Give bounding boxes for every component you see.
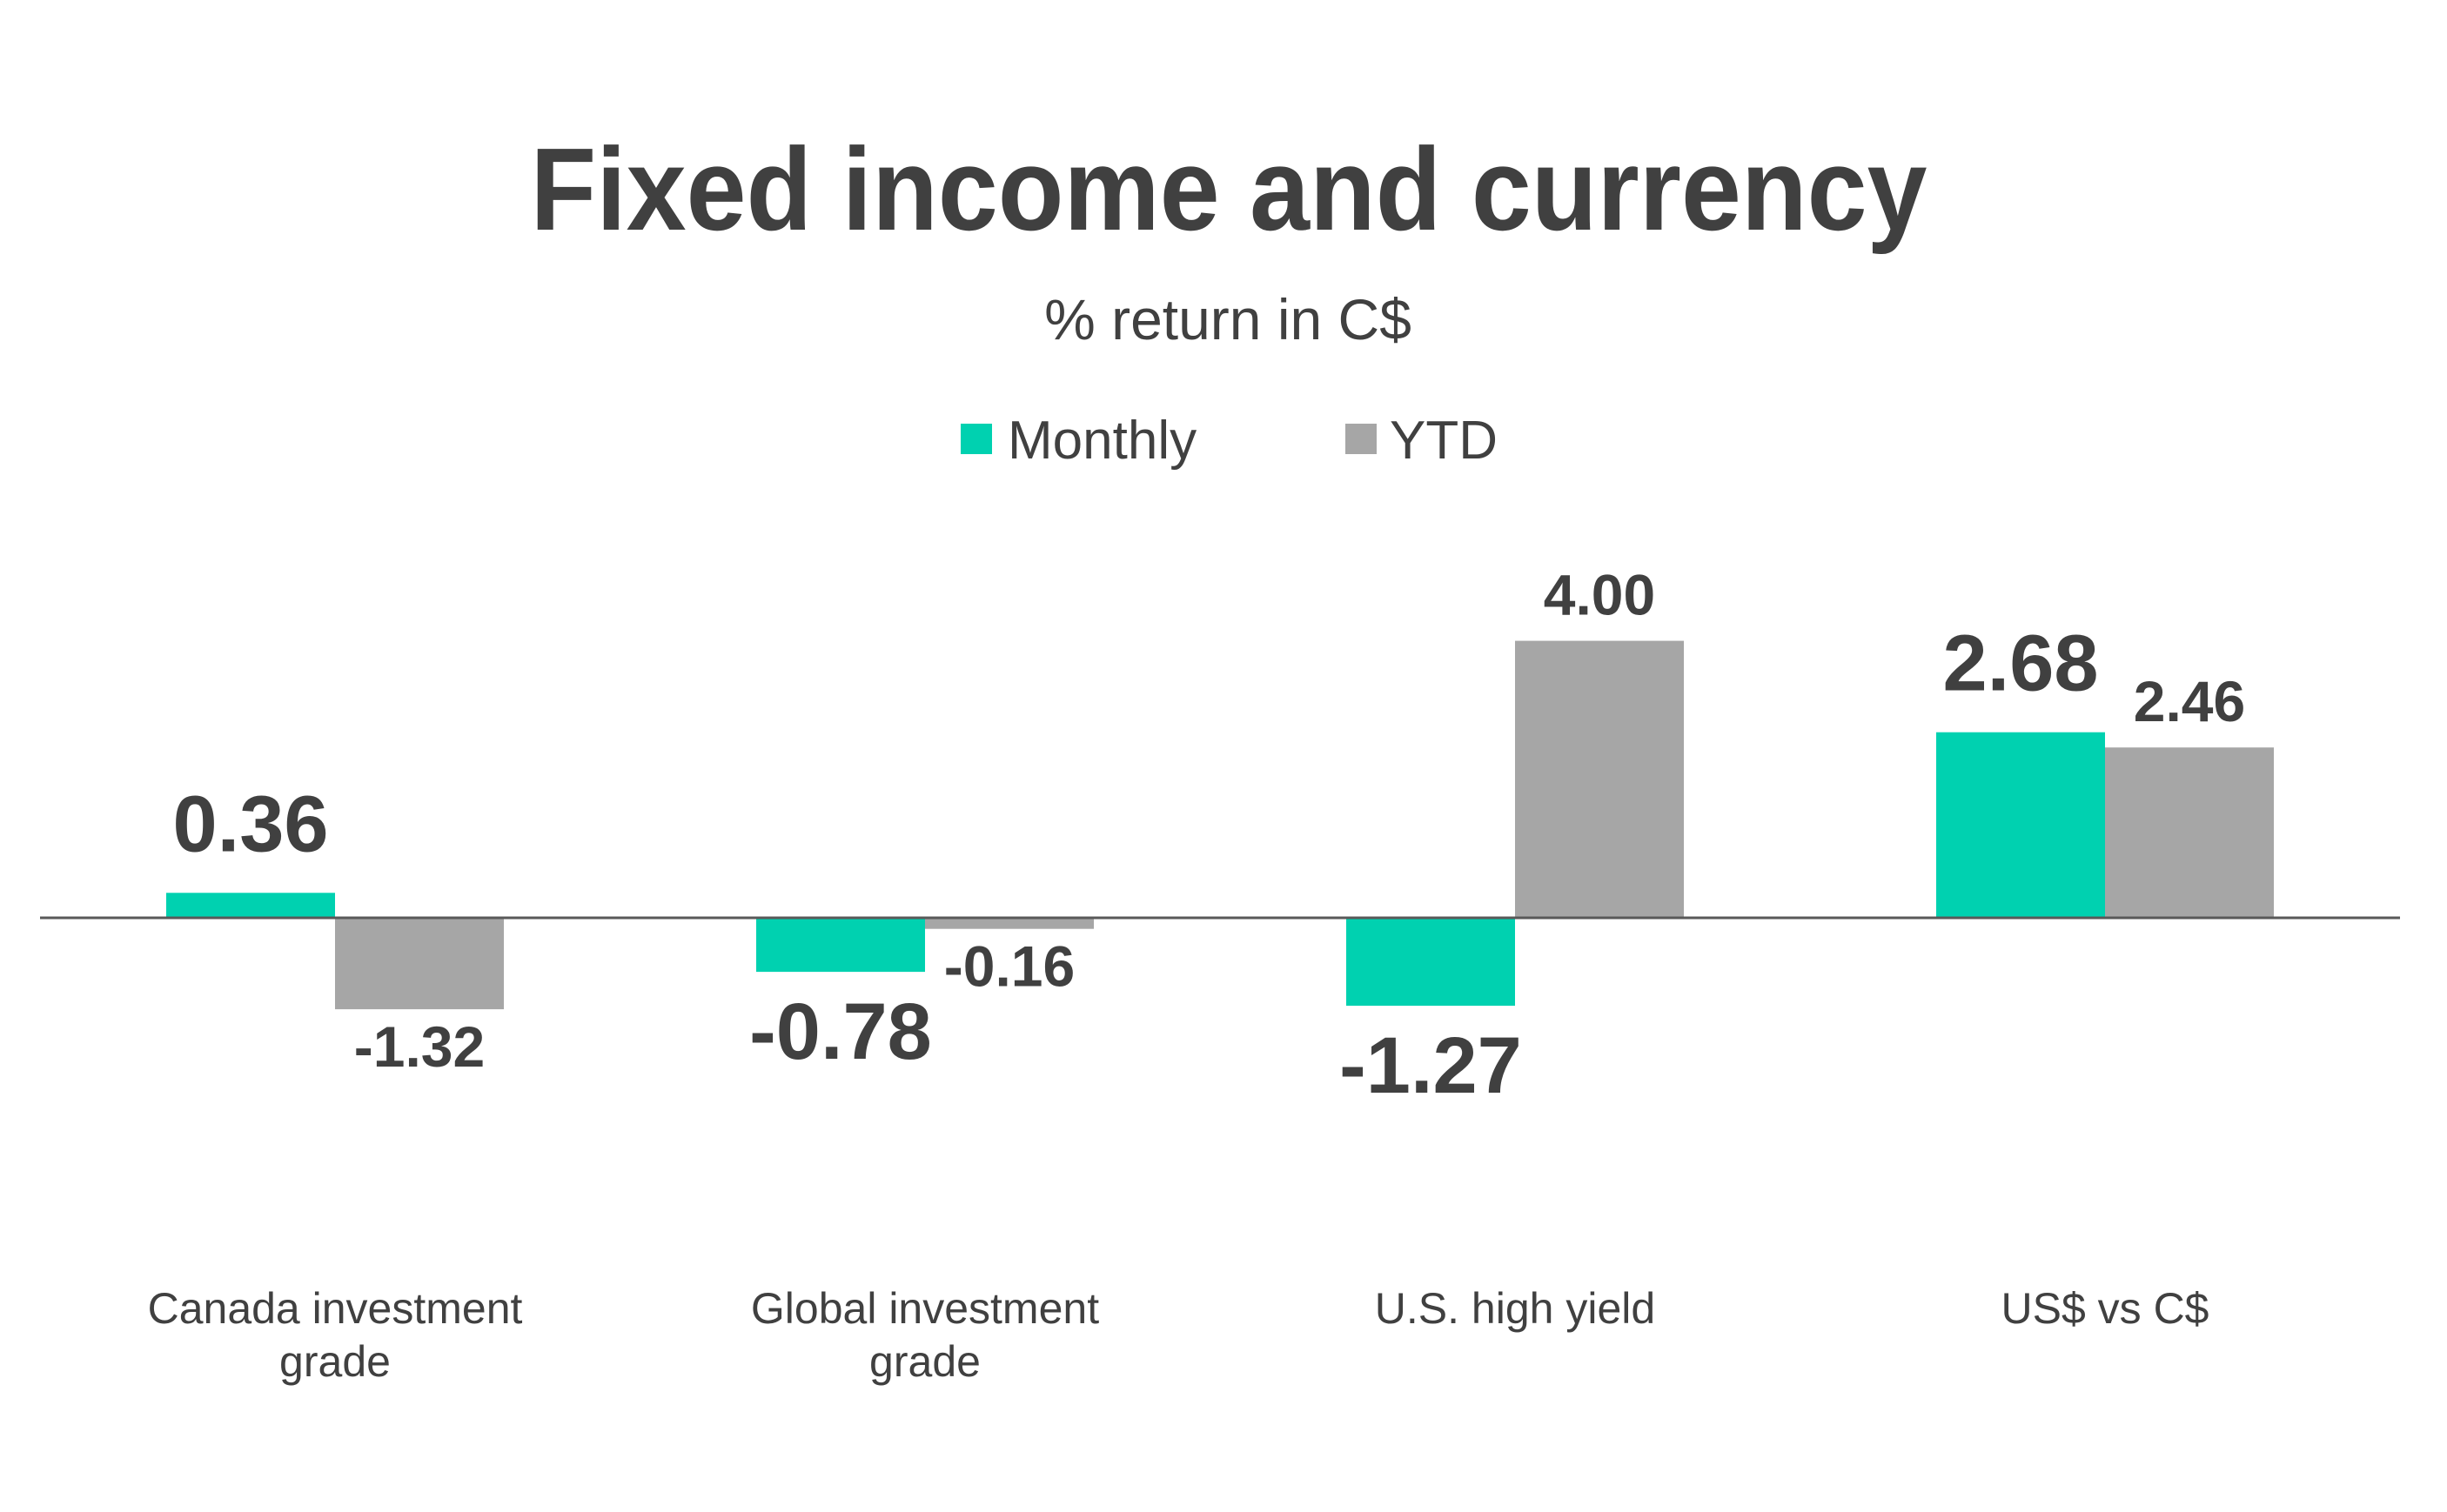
value-label-monthly-canada-investment-grade: 0.36 bbox=[172, 779, 328, 868]
category-label-u-s-high-yield: U.S. high yield bbox=[1375, 1284, 1655, 1333]
bar-monthly-canada-investment-grade bbox=[166, 893, 335, 918]
category-label-us-vs-c: US$ vs C$ bbox=[2001, 1284, 2209, 1333]
value-label-ytd-global-investment-grade: -0.16 bbox=[944, 934, 1075, 999]
bar-ytd-global-investment-grade bbox=[925, 918, 1094, 929]
value-label-ytd-u-s-high-yield: 4.00 bbox=[1544, 563, 1655, 627]
value-label-monthly-u-s-high-yield: -1.27 bbox=[1339, 1021, 1522, 1110]
bar-chart: Fixed income and currency % return in C$… bbox=[0, 0, 2447, 1512]
category-label-canada-investment-grade-line-1: Canada investment bbox=[148, 1284, 523, 1333]
bar-monthly-global-investment-grade bbox=[756, 918, 925, 973]
bar-ytd-u-s-high-yield bbox=[1515, 640, 1684, 918]
legend-swatch-ytd bbox=[1345, 424, 1377, 454]
category-label-canada-investment-grade-line-2: grade bbox=[279, 1337, 391, 1386]
bar-monthly-u-s-high-yield bbox=[1346, 918, 1515, 1007]
category-label-global-investment-grade-line-2: grade bbox=[869, 1337, 981, 1386]
value-label-monthly-global-investment-grade: -0.78 bbox=[749, 987, 932, 1076]
category-label-global-investment-grade-line-1: Global investment bbox=[751, 1284, 1099, 1333]
legend-label-monthly: Monthly bbox=[1008, 411, 1197, 471]
bar-ytd-canada-investment-grade bbox=[335, 918, 504, 1010]
value-label-ytd-canada-investment-grade: -1.32 bbox=[354, 1014, 485, 1079]
chart-title: Fixed income and currency bbox=[531, 124, 1927, 255]
bar-ytd-us-vs-c bbox=[2105, 747, 2274, 918]
legend-label-ytd: YTD bbox=[1390, 411, 1498, 471]
value-label-monthly-us-vs-c: 2.68 bbox=[1942, 619, 2098, 708]
bar-monthly-us-vs-c bbox=[1936, 732, 2105, 918]
chart-subtitle: % return in C$ bbox=[1044, 287, 1411, 351]
value-label-ytd-us-vs-c: 2.46 bbox=[2134, 669, 2245, 733]
legend-swatch-monthly bbox=[961, 424, 992, 454]
